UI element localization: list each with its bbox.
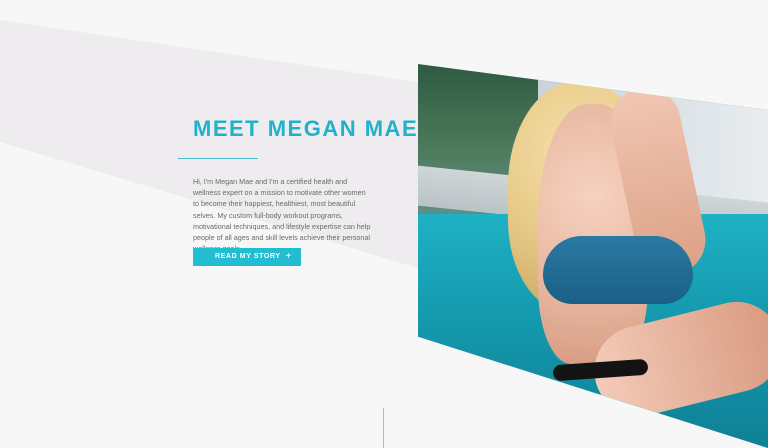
title-underline: [178, 158, 258, 159]
plus-icon: +: [285, 251, 292, 262]
section-title: MEET MEGAN MAE: [193, 116, 419, 141]
section-divider-line: [383, 408, 384, 448]
read-my-story-label: READ MY STORY: [215, 253, 281, 260]
read-my-story-button[interactable]: READ MY STORY +: [193, 248, 301, 266]
bio-paragraph: Hi, I'm Megan Mae and I'm a certified he…: [193, 177, 371, 253]
